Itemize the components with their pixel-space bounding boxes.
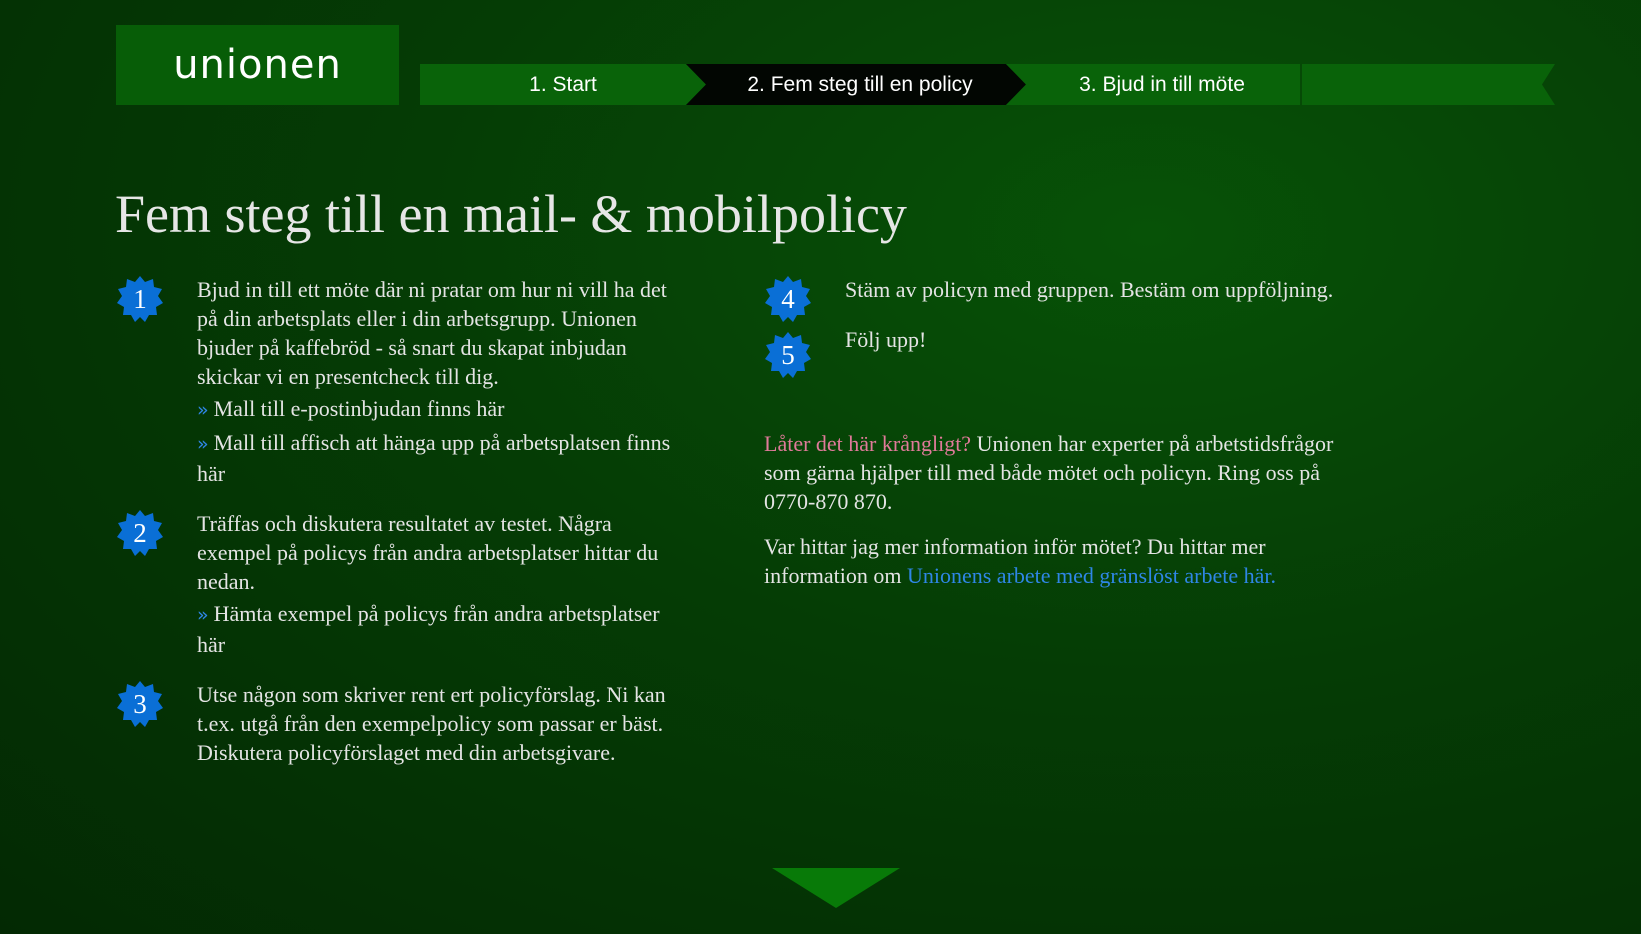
example-policies-link[interactable]: » Hämta exempel på policys från andra arb… bbox=[197, 599, 686, 659]
steps-column-left: 1 Bjud in till ett möte där ni pratar om… bbox=[116, 275, 686, 767]
step-badge-icon: 1 bbox=[116, 275, 164, 323]
link-label[interactable]: Mall till affisch att hänga upp på arbet… bbox=[197, 430, 670, 486]
step-item-5: 5 Följ upp! bbox=[764, 325, 1334, 378]
borderless-work-link[interactable]: Unionens arbete med gränslöst arbete här… bbox=[907, 563, 1276, 588]
template-poster-link[interactable]: » Mall till affisch att hänga upp på arbe… bbox=[197, 428, 686, 488]
step-badge-icon: 4 bbox=[764, 275, 812, 323]
nav-step-start[interactable]: 1. Start bbox=[420, 64, 706, 105]
step-number: 3 bbox=[133, 688, 147, 719]
nav-step-label: 1. Start bbox=[529, 72, 597, 96]
nav-step-invite[interactable]: 3. Bjud in till möte bbox=[1006, 64, 1300, 105]
info-paragraph: Var hittar jag mer information inför möt… bbox=[764, 532, 1334, 590]
step-text: Utse någon som skriver rent ert policyfö… bbox=[197, 682, 666, 765]
chevron-right-icon: » bbox=[197, 433, 209, 455]
nav-step-empty bbox=[1302, 64, 1555, 105]
unionen-logo[interactable]: unionen bbox=[116, 25, 399, 105]
link-label[interactable]: Hämta exempel på policys från andra arbe… bbox=[197, 601, 660, 657]
step-item-3: 3 Utse någon som skriver rent ert policy… bbox=[116, 680, 686, 767]
step-text: Träffas och diskutera resultatet av test… bbox=[197, 511, 659, 594]
nav-step-label: 2. Fem steg till en policy bbox=[747, 72, 973, 96]
nav-step-label: 3. Bjud in till möte bbox=[1079, 72, 1245, 96]
template-email-link[interactable]: » Mall till e-postinbjudan finns här bbox=[197, 394, 686, 425]
chevron-right-icon: » bbox=[197, 399, 209, 421]
logo-text: unionen bbox=[173, 42, 342, 88]
step-badge-icon: 2 bbox=[116, 509, 164, 557]
step-item-2: 2 Träffas och diskutera resultatet av te… bbox=[116, 509, 686, 659]
nav-step-policy-active[interactable]: 2. Fem steg till en policy bbox=[686, 64, 1026, 105]
step-text: Bjud in till ett möte där ni pratar om h… bbox=[197, 277, 667, 389]
step-badge-icon: 3 bbox=[116, 680, 164, 728]
step-number: 4 bbox=[781, 283, 795, 314]
help-highlight: Låter det här krångligt? bbox=[764, 431, 972, 456]
step-item-1: 1 Bjud in till ett möte där ni pratar om… bbox=[116, 275, 686, 488]
link-label[interactable]: Mall till e-postinbjudan finns här bbox=[214, 396, 505, 421]
page-title: Fem steg till en mail- & mobilpolicy bbox=[115, 184, 907, 244]
step-text: Följ upp! bbox=[845, 327, 927, 352]
chevron-right-icon: » bbox=[197, 604, 209, 626]
steps-column-right: 4 Stäm av policyn med gruppen. Bestäm om… bbox=[764, 275, 1334, 606]
step-navigation: 1. Start 2. Fem steg till en policy 3. B… bbox=[420, 64, 1555, 105]
scroll-down-arrow-icon[interactable] bbox=[772, 868, 900, 908]
step-number: 1 bbox=[133, 283, 147, 314]
step-number: 5 bbox=[781, 339, 795, 370]
help-paragraph: Låter det här krångligt? Unionen har exp… bbox=[764, 429, 1334, 516]
step-text: Stäm av policyn med gruppen. Bestäm om u… bbox=[845, 277, 1334, 302]
step-badge-icon: 5 bbox=[764, 331, 812, 379]
step-item-4: 4 Stäm av policyn med gruppen. Bestäm om… bbox=[764, 275, 1334, 322]
step-number: 2 bbox=[133, 517, 147, 548]
